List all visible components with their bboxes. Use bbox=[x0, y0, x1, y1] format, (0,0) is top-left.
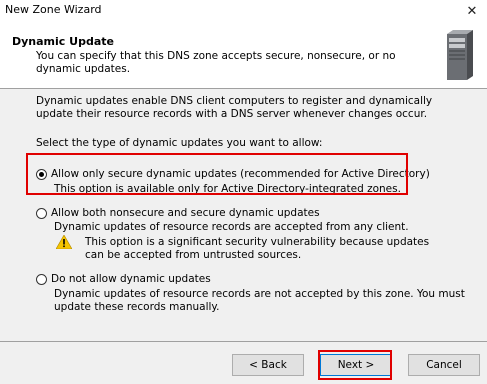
close-button[interactable]: ✕ bbox=[457, 0, 487, 22]
page-subtitle: You can specify that this DNS zone accep… bbox=[36, 50, 396, 75]
option-no-updates-label[interactable]: Do not allow dynamic updates bbox=[51, 273, 211, 285]
radio-no-updates[interactable] bbox=[36, 273, 47, 285]
back-button[interactable]: < Back bbox=[232, 354, 304, 376]
next-highlight-box bbox=[318, 350, 392, 380]
select-label: Select the type of dynamic updates you w… bbox=[36, 137, 323, 149]
highlight-box bbox=[26, 153, 408, 195]
title-bar: New Zone Wizard ✕ bbox=[0, 0, 487, 22]
server-icon bbox=[447, 30, 473, 80]
radio-nonsecure-and-secure[interactable] bbox=[36, 207, 47, 219]
option-nonsecure-and-secure-description: Dynamic updates of resource records are … bbox=[54, 221, 409, 233]
warning-icon bbox=[56, 235, 72, 249]
cancel-button[interactable]: Cancel bbox=[408, 354, 480, 376]
page-title: Dynamic Update bbox=[12, 35, 114, 48]
option-no-updates[interactable]: Do not allow dynamic updates bbox=[36, 273, 211, 285]
wizard-header: Dynamic Update You can specify that this… bbox=[0, 22, 487, 88]
intro-text: Dynamic updates enable DNS client comput… bbox=[36, 95, 433, 120]
close-icon: ✕ bbox=[466, 3, 478, 19]
option-nonsecure-and-secure-label[interactable]: Allow both nonsecure and secure dynamic … bbox=[51, 207, 320, 219]
window-title: New Zone Wizard bbox=[5, 3, 102, 16]
wizard-footer: < Back Next > Cancel bbox=[0, 342, 487, 384]
option-no-updates-description: Dynamic updates of resource records are … bbox=[54, 288, 465, 313]
warning-text: This option is a significant security vu… bbox=[85, 236, 430, 261]
wizard-body: Dynamic updates enable DNS client comput… bbox=[0, 89, 487, 341]
option-nonsecure-and-secure[interactable]: Allow both nonsecure and secure dynamic … bbox=[36, 207, 320, 219]
